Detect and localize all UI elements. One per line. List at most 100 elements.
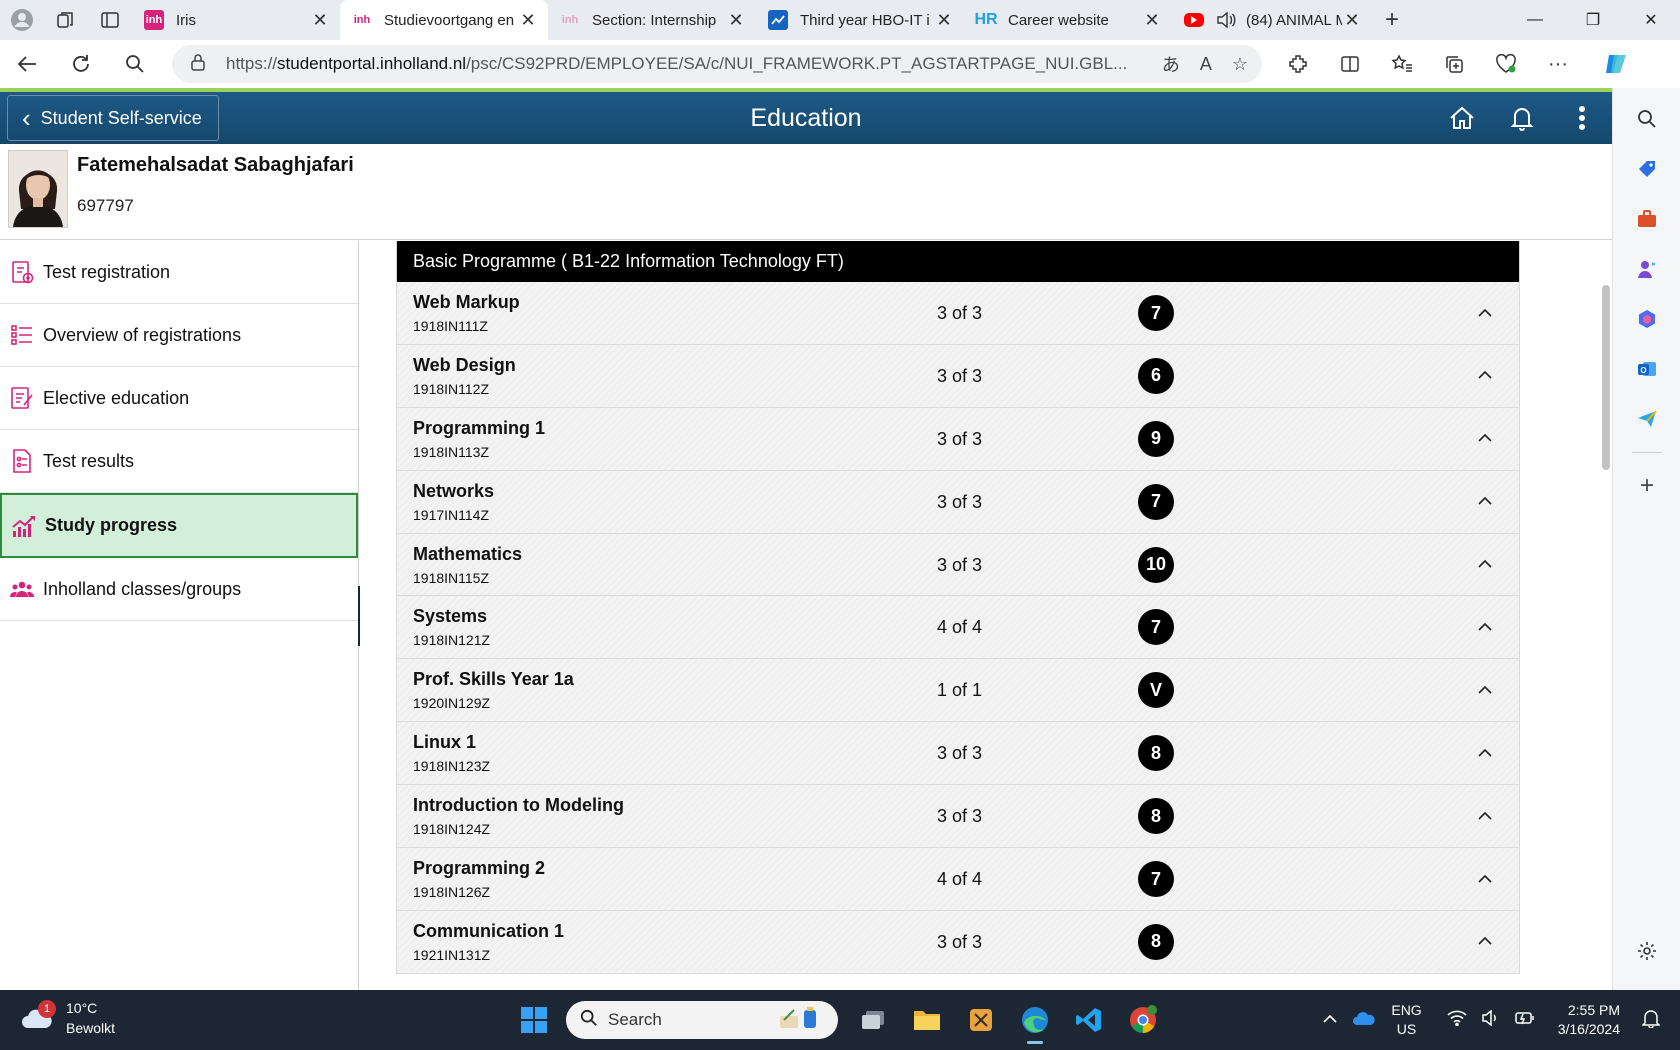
course-row[interactable]: Web Design 1918IN112Z 3 of 3 6 [397,344,1519,408]
refresh-icon[interactable] [54,40,108,88]
youtube-favicon [1184,13,1204,27]
notification-center-icon[interactable] [1634,1008,1668,1033]
course-row[interactable]: Mathematics 1918IN115Z 3 of 3 10 [397,533,1519,597]
read-aloud-icon[interactable]: A [1200,54,1212,75]
edge-browser-icon[interactable] [1008,998,1062,1044]
chevron-up-icon[interactable] [1473,929,1497,953]
chevron-up-icon[interactable] [1473,552,1497,576]
battery-icon[interactable] [1508,1010,1542,1031]
extensions-icon[interactable] [1272,40,1324,88]
task-view-icon[interactable] [846,998,900,1042]
home-icon[interactable] [1432,92,1492,144]
weather-widget[interactable]: 1 10°C Bewolkt [20,998,115,1038]
new-tab-button[interactable]: + [1372,6,1412,34]
lock-icon[interactable] [186,53,210,76]
profile-icon[interactable] [0,0,44,40]
microsoft-365-icon[interactable] [1613,294,1680,344]
favorites-icon[interactable] [1376,40,1428,88]
course-row[interactable]: Prof. Skills Year 1a 1920IN129Z 1 of 1 V [397,659,1519,723]
collections-icon[interactable] [1428,40,1480,88]
course-row[interactable]: Linux 1 1918IN123Z 3 of 3 8 [397,722,1519,786]
browser-tab[interactable]: (84) ANIMAL M ✕ [1172,0,1372,40]
outlook-icon[interactable]: O [1613,344,1680,394]
file-explorer-icon[interactable] [900,998,954,1042]
snipping-tool-icon[interactable] [954,998,1008,1042]
nav-item-test-results[interactable]: Test results [0,430,358,493]
course-row[interactable]: Communication 1 1921IN131Z 3 of 3 8 [397,910,1519,974]
chevron-up-icon[interactable] [1473,740,1497,764]
browser-essentials-icon[interactable] [1480,40,1532,88]
course-row[interactable]: Web Markup 1918IN111Z 3 of 3 7 [397,282,1519,345]
close-tab-icon[interactable]: ✕ [726,10,746,31]
add-sidebar-app-icon[interactable]: + [1613,461,1680,511]
sidebar-settings-icon[interactable] [1613,926,1680,976]
chevron-up-icon[interactable] [1473,489,1497,513]
chrome-icon[interactable] [1116,998,1170,1042]
scrollbar[interactable] [1600,241,1612,990]
test-registration-icon [9,259,35,285]
chevron-up-icon[interactable] [1473,803,1497,827]
close-window-icon[interactable]: ✕ [1622,0,1680,40]
notifications-bell-icon[interactable] [1492,92,1552,144]
nav-item-study-progress[interactable]: Study progress [0,493,358,558]
back-icon[interactable] [0,40,54,88]
favorite-star-icon[interactable]: ☆ [1232,54,1248,75]
minimize-icon[interactable]: — [1506,0,1564,40]
translate-icon[interactable]: あ [1162,51,1180,77]
wifi-icon[interactable] [1440,1010,1474,1031]
search-icon[interactable] [108,40,162,88]
scrollbar-thumb[interactable] [1602,285,1610,470]
browser-tab[interactable]: inh Section: Internship ✕ [548,0,756,40]
volume-icon[interactable] [1474,1008,1508,1031]
browser-tab[interactable]: inh Iris ✕ [132,0,340,40]
close-tab-icon[interactable]: ✕ [934,10,954,31]
games-icon[interactable] [1613,244,1680,294]
course-row[interactable]: Programming 2 1918IN126Z 4 of 4 7 [397,848,1519,911]
nav-item-overview-of-registrations[interactable]: Overview of registrations [0,304,358,367]
nav-item-inholland-classes-groups[interactable]: Inholland classes/groups [0,558,358,621]
chevron-up-icon[interactable] [1473,677,1497,701]
chevron-up-icon[interactable] [1473,426,1497,450]
windows-start-icon[interactable] [512,998,556,1042]
sidebar-search-icon[interactable] [1613,94,1680,144]
chevron-up-icon[interactable] [1473,363,1497,387]
copilot-icon[interactable] [1590,40,1642,88]
course-list: Web Markup 1918IN111Z 3 of 3 7 Web Design 191… [397,282,1519,974]
chevron-up-icon[interactable] [1473,866,1497,890]
chevron-up-icon[interactable] [1313,1011,1347,1029]
onedrive-icon[interactable] [1347,1010,1381,1031]
tools-briefcase-icon[interactable] [1613,194,1680,244]
address-bar[interactable]: https://studentportal.inholland.nl/psc/C… [172,45,1262,83]
vscode-icon[interactable] [1062,998,1116,1042]
chevron-up-icon[interactable] [1473,300,1497,324]
restore-icon[interactable]: ❐ [1564,0,1622,40]
speaker-icon[interactable] [1216,11,1236,29]
close-tab-icon[interactable]: ✕ [1342,10,1362,31]
close-tab-icon[interactable]: ✕ [1142,10,1162,31]
nav-item-test-registration[interactable]: Test registration [0,241,358,304]
split-screen-icon[interactable] [1324,40,1376,88]
actions-menu-icon[interactable] [1552,92,1612,144]
nav-item-elective-education[interactable]: Elective education [0,367,358,430]
course-row[interactable]: Introduction to Modeling 1918IN124Z 3 of 3… [397,785,1519,849]
send-icon[interactable] [1613,394,1680,444]
course-row[interactable]: Networks 1917IN114Z 3 of 3 7 [397,470,1519,534]
language-indicator[interactable]: ENG US [1391,1001,1421,1039]
workspaces-icon[interactable] [44,0,88,40]
chevron-up-icon[interactable] [1473,614,1497,638]
browser-tab[interactable]: Third year HBO-IT i ✕ [756,0,964,40]
sidebar-divider [1631,452,1662,453]
browser-tab[interactable]: HR Career website ✕ [964,0,1172,40]
close-tab-icon[interactable]: ✕ [518,10,538,31]
course-row[interactable]: Programming 1 1918IN113Z 3 of 3 9 [397,407,1519,471]
system-clock[interactable]: 2:55 PM 3/16/2024 [1558,1001,1620,1039]
taskbar-search[interactable]: Search [566,1001,838,1039]
course-row[interactable]: Systems 1918IN121Z 4 of 4 7 [397,596,1519,660]
browser-tab-active[interactable]: inh Studievoortgang en ✕ [340,0,548,40]
more-options-icon[interactable]: ··· [1532,40,1584,88]
elective-icon [9,385,35,411]
shopping-tag-icon[interactable] [1613,144,1680,194]
course-name: Web Markup [413,292,520,312]
close-tab-icon[interactable]: ✕ [310,10,330,31]
vertical-tabs-icon[interactable] [88,0,132,40]
